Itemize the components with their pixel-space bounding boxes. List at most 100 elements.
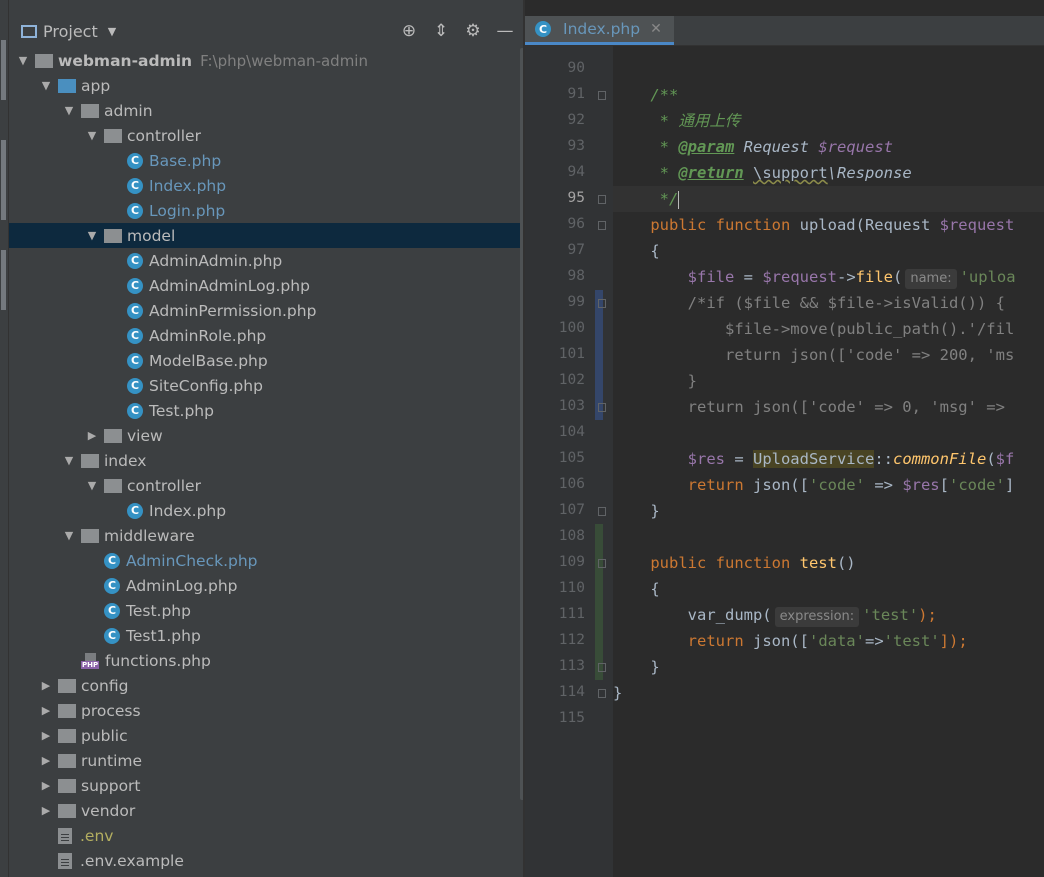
code-line[interactable]: return json(['data'=>'test']);	[613, 628, 1044, 654]
code-line[interactable]: */	[613, 186, 1044, 212]
collapse-arrow-icon[interactable]: ▶	[38, 704, 54, 717]
fold-marker-icon[interactable]	[598, 299, 606, 308]
tree-item[interactable]: ▶ public	[9, 723, 523, 748]
tree-item[interactable]: ▼ controller	[9, 123, 523, 148]
tree-item[interactable]: ▶ support	[9, 773, 523, 798]
code-line[interactable]: var_dump(expression:'test');	[613, 602, 1044, 628]
tree-item[interactable]: .env	[9, 823, 523, 848]
code-line[interactable]: $file->move(public_path().'/fil	[613, 316, 1044, 342]
tree-item[interactable]: C Test.php	[9, 398, 523, 423]
fold-marker-icon[interactable]	[598, 507, 606, 516]
code-line[interactable]: public function test()	[613, 550, 1044, 576]
code-line[interactable]: * @param Request $request	[613, 134, 1044, 160]
code-line[interactable]: * 通用上传	[613, 108, 1044, 134]
line-number[interactable]: 95	[525, 190, 585, 206]
code-line[interactable]: /**	[613, 82, 1044, 108]
line-number[interactable]: 92	[525, 112, 585, 128]
expand-arrow-icon[interactable]: ▼	[84, 129, 100, 142]
code-line[interactable]	[613, 56, 1044, 82]
line-number[interactable]: 90	[525, 60, 585, 76]
code-line[interactable]: $res = UploadService::commonFile($f	[613, 446, 1044, 472]
tree-item[interactable]: C Index.php	[9, 173, 523, 198]
line-number[interactable]: 98	[525, 268, 585, 284]
tree-item[interactable]: C AdminRole.php	[9, 323, 523, 348]
line-number[interactable]: 104	[525, 424, 585, 440]
code-line[interactable]: $file = $request->file(name:'uploa	[613, 264, 1044, 290]
collapse-arrow-icon[interactable]: ▶	[38, 754, 54, 767]
line-number[interactable]: 110	[525, 580, 585, 596]
code-line[interactable]: return json(['code' => 0, 'msg' =>	[613, 394, 1044, 420]
tree-item[interactable]: ▼ index	[9, 448, 523, 473]
fold-marker-icon[interactable]	[598, 195, 606, 204]
left-tool-stripe[interactable]	[0, 0, 9, 877]
code-line[interactable]: return json(['code' => 200, 'ms	[613, 342, 1044, 368]
hide-icon[interactable]: —	[495, 21, 515, 41]
line-number[interactable]: 106	[525, 476, 585, 492]
collapse-arrow-icon[interactable]: ▶	[38, 729, 54, 742]
tree-item[interactable]: ▼ controller	[9, 473, 523, 498]
close-icon[interactable]: ✕	[650, 21, 662, 37]
tree-item[interactable]: ▶ vendor	[9, 798, 523, 823]
line-number[interactable]: 103	[525, 398, 585, 414]
tree-item[interactable]: ▼ webman-admin F:\php\webman-admin	[9, 48, 523, 73]
line-number[interactable]: 97	[525, 242, 585, 258]
tree-item[interactable]: C AdminPermission.php	[9, 298, 523, 323]
code-line[interactable]: }	[613, 368, 1044, 394]
tree-item[interactable]: C AdminAdminLog.php	[9, 273, 523, 298]
tree-item[interactable]: C ModelBase.php	[9, 348, 523, 373]
code-line[interactable]: * @return \support\Response	[613, 160, 1044, 186]
expand-arrow-icon[interactable]: ▼	[84, 479, 100, 492]
locate-icon[interactable]: ⊕	[399, 21, 419, 41]
fold-marker-icon[interactable]	[598, 559, 606, 568]
collapse-arrow-icon[interactable]: ▶	[38, 779, 54, 792]
line-number[interactable]: 105	[525, 450, 585, 466]
code-line[interactable]	[613, 706, 1044, 732]
tree-item[interactable]: ▼ admin	[9, 98, 523, 123]
tree-item[interactable]: ▼ middleware	[9, 523, 523, 548]
line-number[interactable]: 111	[525, 606, 585, 622]
expand-arrow-icon[interactable]: ▼	[15, 54, 31, 67]
tree-item[interactable]: C AdminCheck.php	[9, 548, 523, 573]
line-number[interactable]: 100	[525, 320, 585, 336]
fold-marker-icon[interactable]	[598, 403, 606, 412]
gear-icon[interactable]: ⚙	[463, 21, 483, 41]
tree-item[interactable]: C Test1.php	[9, 623, 523, 648]
tree-item[interactable]: C Test.php	[9, 598, 523, 623]
tree-item[interactable]: C AdminAdmin.php	[9, 248, 523, 273]
code-area[interactable]: /** * 通用上传 * @param Request $request * @…	[613, 46, 1044, 877]
fold-marker-icon[interactable]	[598, 663, 606, 672]
code-line[interactable]: }	[613, 654, 1044, 680]
favorites-stripe-button[interactable]	[1, 250, 6, 310]
line-number[interactable]: 93	[525, 138, 585, 154]
vcs-change-marker[interactable]	[595, 524, 603, 680]
code-line[interactable]: }	[613, 498, 1044, 524]
line-number[interactable]: 96	[525, 216, 585, 232]
tab-index-php[interactable]: C Index.php ✕	[525, 16, 674, 45]
collapse-arrow-icon[interactable]: ▶	[38, 679, 54, 692]
project-view-selector[interactable]: Project ▼	[21, 16, 116, 46]
line-gutter[interactable]: 90 91 92 93 94 95 96 97 98 99 100 101 102 103 104 105 10…	[525, 46, 613, 877]
code-line[interactable]: }	[613, 680, 1044, 706]
line-number[interactable]: 99	[525, 294, 585, 310]
tree-item[interactable]: PHP functions.php	[9, 648, 523, 673]
line-number[interactable]: 109	[525, 554, 585, 570]
structure-stripe-button[interactable]	[1, 140, 6, 220]
tree-item[interactable]: C SiteConfig.php	[9, 373, 523, 398]
code-line[interactable]	[613, 524, 1044, 550]
tree-item[interactable]: C Index.php	[9, 498, 523, 523]
fold-marker-icon[interactable]	[598, 221, 606, 230]
code-line[interactable]: {	[613, 238, 1044, 264]
expand-arrow-icon[interactable]: ▼	[61, 529, 77, 542]
line-number[interactable]: 113	[525, 658, 585, 674]
code-line[interactable]: public function upload(Request $request	[613, 212, 1044, 238]
fold-marker-icon[interactable]	[598, 91, 606, 100]
tree-item[interactable]: ▶ view	[9, 423, 523, 448]
tree-item[interactable]: C Login.php	[9, 198, 523, 223]
tree-item[interactable]: ▶ process	[9, 698, 523, 723]
line-number[interactable]: 115	[525, 710, 585, 726]
project-stripe-button[interactable]	[1, 40, 6, 100]
tree-item[interactable]: ▶ runtime	[9, 748, 523, 773]
line-number[interactable]: 91	[525, 86, 585, 102]
fold-marker-icon[interactable]	[598, 689, 606, 698]
tree-item[interactable]: ▶ config	[9, 673, 523, 698]
